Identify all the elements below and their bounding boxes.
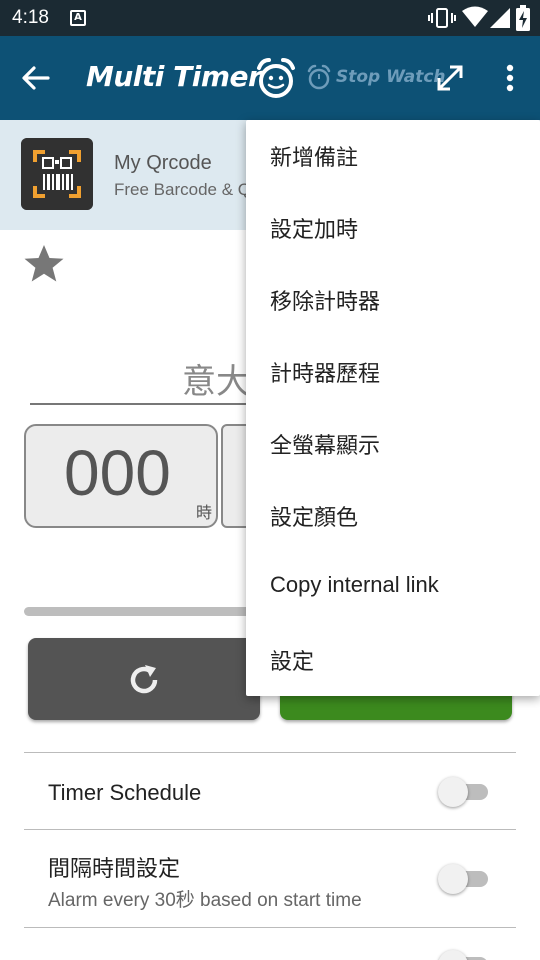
vibrate-icon: [428, 8, 456, 28]
menu-item-add-note[interactable]: 新增備註: [246, 120, 540, 192]
menu-item-label: 設定: [270, 650, 315, 675]
status-bar: 4:18 A: [0, 0, 540, 36]
menu-item-label: 設定顏色: [270, 506, 359, 531]
divider: [24, 927, 516, 928]
hours-display[interactable]: 000 時: [24, 424, 218, 528]
menu-item-label: Copy internal link: [270, 572, 439, 597]
qrcode-app-logo: [21, 138, 93, 210]
ad-app-name: My Qrcode: [114, 152, 212, 174]
app-bar: Multi Timer Stop Watch: [0, 36, 540, 120]
hours-unit: 時: [195, 503, 212, 522]
menu-item-label: 設定加時: [270, 218, 359, 243]
battery-charging-icon: [516, 5, 530, 31]
app-title: Multi Timer: [86, 60, 262, 93]
menu-item-remove-timer[interactable]: 移除計時器: [246, 264, 540, 336]
divider: [24, 752, 516, 753]
interval-setting-toggle[interactable]: [438, 864, 488, 894]
menu-item-label: 移除計時器: [270, 290, 381, 315]
ad-description: Free Barcode & Q: [114, 180, 252, 199]
menu-item-copy-link[interactable]: Copy internal link: [246, 552, 540, 624]
interval-setting-label: 間隔時間設定: [48, 856, 181, 881]
toggle-thumb: [438, 864, 468, 894]
menu-item-label: 計時器歷程: [270, 362, 381, 387]
refresh-icon: [130, 665, 158, 694]
wifi-icon: [462, 6, 488, 27]
status-time: 4:18: [12, 7, 49, 28]
interval-setting-subtitle: Alarm every 30秒 based on start time: [48, 890, 362, 911]
reset-button[interactable]: [28, 638, 260, 720]
expand-icon[interactable]: [434, 62, 466, 94]
stopwatch-label[interactable]: Stop Watch: [336, 67, 446, 87]
overflow-menu: 新增備註 設定加時 移除計時器 計時器歷程 全螢幕顯示 設定顏色 Copy in…: [246, 120, 540, 696]
timer-schedule-toggle[interactable]: [438, 777, 488, 807]
signal-icon: [490, 8, 510, 28]
timer-name[interactable]: 意大: [182, 354, 250, 403]
menu-item-set-color[interactable]: 設定顏色: [246, 480, 540, 552]
menu-item-set-extra-time[interactable]: 設定加時: [246, 192, 540, 264]
toggle-thumb: [438, 950, 468, 960]
hours-value: 000: [64, 437, 171, 509]
stopwatch-icon[interactable]: [306, 64, 332, 90]
more-options-icon[interactable]: [496, 62, 524, 94]
favorite-star-icon[interactable]: [22, 242, 66, 286]
alarm-clock-icon[interactable]: [254, 56, 298, 100]
menu-item-settings[interactable]: 設定: [246, 624, 540, 696]
menu-item-timer-history[interactable]: 計時器歷程: [246, 336, 540, 408]
menu-item-label: 全螢幕顯示: [270, 434, 381, 459]
back-arrow-icon[interactable]: [20, 62, 52, 94]
screen: 4:18 A Multi Timer Stop Watch My Qrcode …: [0, 0, 540, 960]
a-notification-icon: A: [70, 10, 86, 26]
menu-item-fullscreen[interactable]: 全螢幕顯示: [246, 408, 540, 480]
divider: [24, 829, 516, 830]
menu-item-label: 新增備註: [270, 146, 359, 171]
next-setting-toggle[interactable]: [438, 950, 488, 960]
toggle-thumb: [438, 777, 468, 807]
timer-schedule-label: Timer Schedule: [48, 780, 202, 805]
